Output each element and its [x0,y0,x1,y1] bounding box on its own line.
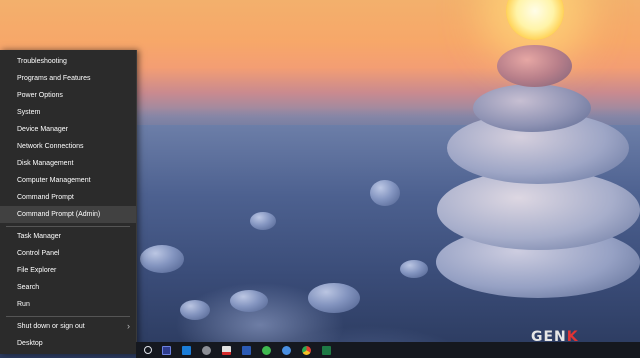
chevron-right-icon: › [127,321,130,331]
blue-app-icon[interactable] [182,346,191,355]
menu-item-device-manager[interactable]: Device Manager [0,121,136,138]
menu-item-command-prompt-admin[interactable]: Command Prompt (Admin) [0,206,136,223]
menu-item-system[interactable]: System [0,104,136,121]
wallpaper-stone [497,45,572,87]
excel-icon[interactable] [322,346,331,355]
wallpaper-pebble [370,180,400,206]
photoshop-icon[interactable] [162,346,171,355]
menu-item-file-explorer[interactable]: File Explorer [0,262,136,279]
menu-item-programs-and-features[interactable]: Programs and Features [0,70,136,87]
word-icon[interactable] [242,346,251,355]
chat-app-icon[interactable] [262,346,271,355]
messenger-icon[interactable] [282,346,291,355]
power-user-menu: Troubleshooting Programs and Features Po… [0,50,137,354]
genk-watermark: GENK [531,330,631,344]
wallpaper-pebble [250,212,276,230]
menu-item-disk-management[interactable]: Disk Management [0,155,136,172]
menu-item-network-connections[interactable]: Network Connections [0,138,136,155]
wallpaper-pebble [180,300,210,320]
wallpaper-pebble [308,283,360,313]
menu-item-shut-down-or-sign-out[interactable]: Shut down or sign out › [0,318,136,335]
settings-icon[interactable] [202,346,211,355]
desktop: Troubleshooting Programs and Features Po… [0,0,640,358]
search-icon[interactable] [144,346,152,354]
wallpaper-stone [473,84,591,132]
menu-item-task-manager[interactable]: Task Manager [0,228,136,245]
menu-item-power-options[interactable]: Power Options [0,87,136,104]
chrome-icon[interactable] [302,346,311,355]
mail-app-icon[interactable] [222,346,231,355]
menu-separator [6,316,130,317]
menu-item-command-prompt[interactable]: Command Prompt [0,189,136,206]
menu-item-desktop[interactable]: Desktop [0,335,136,352]
menu-item-run[interactable]: Run [0,296,136,313]
wallpaper-pebble [400,260,428,278]
menu-item-control-panel[interactable]: Control Panel [0,245,136,262]
watermark-text-accent: K [566,329,579,345]
menu-item-computer-management[interactable]: Computer Management [0,172,136,189]
menu-item-label: Shut down or sign out [17,323,85,330]
menu-separator [6,226,130,227]
watermark-text-main: GEN [531,329,567,345]
wallpaper-pebble [230,290,268,312]
menu-item-troubleshooting[interactable]: Troubleshooting [0,53,136,70]
wallpaper-pebble [140,245,184,273]
menu-item-search[interactable]: Search [0,279,136,296]
